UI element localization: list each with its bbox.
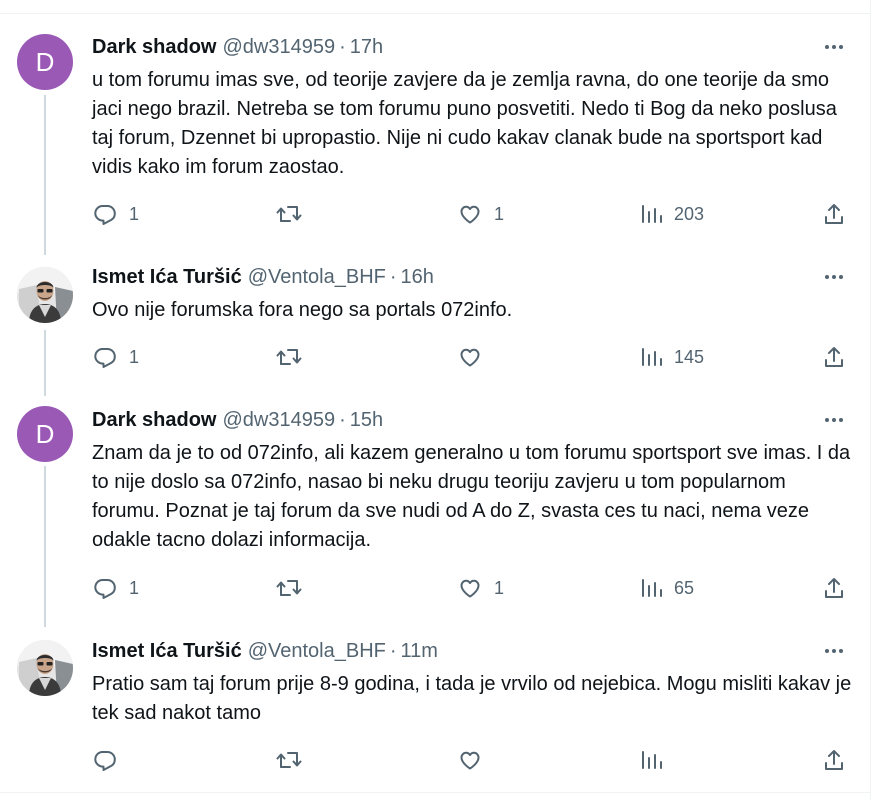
more-options-button[interactable] xyxy=(820,37,848,57)
view-count: 203 xyxy=(674,203,705,224)
like-count: 1 xyxy=(494,203,505,224)
share-icon xyxy=(825,204,843,224)
share-icon xyxy=(825,347,843,367)
profile-photo-icon xyxy=(17,640,73,696)
like-button[interactable]: 1 xyxy=(458,202,504,226)
display-name[interactable]: Ismet Ića Turšić xyxy=(92,266,242,289)
views-button[interactable]: 203 xyxy=(640,202,704,226)
like-button[interactable] xyxy=(458,748,494,772)
heart-icon xyxy=(460,348,480,367)
reply-count: 1 xyxy=(129,346,140,367)
reply-icon xyxy=(94,205,116,225)
view-count: 145 xyxy=(674,346,705,367)
display-name[interactable]: Dark shadow xyxy=(92,409,216,432)
share-button[interactable] xyxy=(822,748,846,772)
display-name[interactable]: Dark shadow xyxy=(92,36,216,59)
retweet-icon xyxy=(276,349,302,365)
reply-icon xyxy=(94,579,116,599)
timestamp[interactable]: 17h xyxy=(350,36,383,59)
views-icon xyxy=(642,348,662,366)
thread-line xyxy=(44,466,46,627)
share-button[interactable] xyxy=(822,345,846,369)
tweet-header: Dark shadow @dw314959 · 15h xyxy=(92,408,383,432)
share-icon xyxy=(825,578,843,598)
retweet-button[interactable] xyxy=(276,345,314,369)
avatar[interactable]: D xyxy=(17,406,73,462)
views-icon xyxy=(642,205,662,223)
avatar-initial: D xyxy=(35,418,55,449)
retweet-button[interactable] xyxy=(276,748,314,772)
reply-count: 1 xyxy=(129,577,140,598)
share-icon xyxy=(825,750,843,770)
user-handle[interactable]: @Ventola_BHF xyxy=(248,640,386,663)
thread-line xyxy=(44,330,46,396)
reply-button[interactable]: 1 xyxy=(93,345,139,369)
reply-button[interactable]: 1 xyxy=(93,202,139,226)
reply-count: 1 xyxy=(129,203,140,224)
avatar[interactable]: D xyxy=(17,34,73,90)
avatar[interactable] xyxy=(17,267,73,323)
share-button[interactable] xyxy=(822,576,846,600)
separator-dot: · xyxy=(339,408,346,431)
views-icon xyxy=(642,751,662,769)
tweet-header: Ismet Ića Turšić @Ventola_BHF · 16h xyxy=(92,265,434,289)
views-button[interactable]: 65 xyxy=(640,576,694,600)
timestamp[interactable]: 16h xyxy=(401,266,434,289)
tweet-header: Ismet Ića Turšić @Ventola_BHF · 11m xyxy=(92,639,438,663)
views-icon xyxy=(642,579,662,597)
reply-icon xyxy=(94,751,116,771)
user-handle[interactable]: @dw314959 xyxy=(222,36,335,59)
retweet-button[interactable] xyxy=(276,202,314,226)
avatar-initial: D xyxy=(35,46,55,77)
retweet-icon xyxy=(276,206,302,222)
bottom-divider xyxy=(0,792,871,793)
reply-icon xyxy=(94,348,116,368)
more-options-button[interactable] xyxy=(820,267,848,287)
timestamp[interactable]: 15h xyxy=(350,409,383,432)
separator-dot: · xyxy=(339,35,346,58)
tweet-text: u tom forumu imas sve, od teorije zavjer… xyxy=(92,69,837,178)
more-options-button[interactable] xyxy=(820,410,848,430)
user-handle[interactable]: @Ventola_BHF xyxy=(248,266,386,289)
tweet-text: Pratio sam taj forum prije 8-9 godina, i… xyxy=(92,673,852,724)
view-count: 65 xyxy=(674,577,695,598)
heart-icon xyxy=(460,751,480,770)
retweet-icon xyxy=(276,752,302,768)
heart-icon xyxy=(460,579,480,598)
thread-line xyxy=(44,95,46,255)
views-button[interactable] xyxy=(640,748,674,772)
tweet-header: Dark shadow @dw314959 · 17h xyxy=(92,35,383,59)
like-button[interactable] xyxy=(458,345,494,369)
share-button[interactable] xyxy=(822,202,846,226)
like-button[interactable]: 1 xyxy=(458,576,504,600)
retweet-button[interactable] xyxy=(276,576,314,600)
tweet-text: Znam da je to od 072info, ali kazem gene… xyxy=(92,442,851,551)
separator-dot: · xyxy=(389,265,397,288)
views-button[interactable]: 145 xyxy=(640,345,704,369)
heart-icon xyxy=(460,205,480,224)
more-options-button[interactable] xyxy=(820,641,848,661)
display-name[interactable]: Ismet Ića Turšić xyxy=(92,640,242,663)
retweet-icon xyxy=(276,580,302,596)
timestamp[interactable]: 11m xyxy=(401,640,438,663)
user-handle[interactable]: @dw314959 xyxy=(222,409,335,432)
like-count: 1 xyxy=(494,577,505,598)
profile-photo-icon xyxy=(17,267,73,323)
separator-dot: · xyxy=(389,639,397,662)
reply-button[interactable] xyxy=(93,748,129,772)
tweet-text: Ovo nije forumska fora nego sa portals 0… xyxy=(92,299,513,321)
avatar[interactable] xyxy=(17,640,73,696)
reply-button[interactable]: 1 xyxy=(93,576,139,600)
